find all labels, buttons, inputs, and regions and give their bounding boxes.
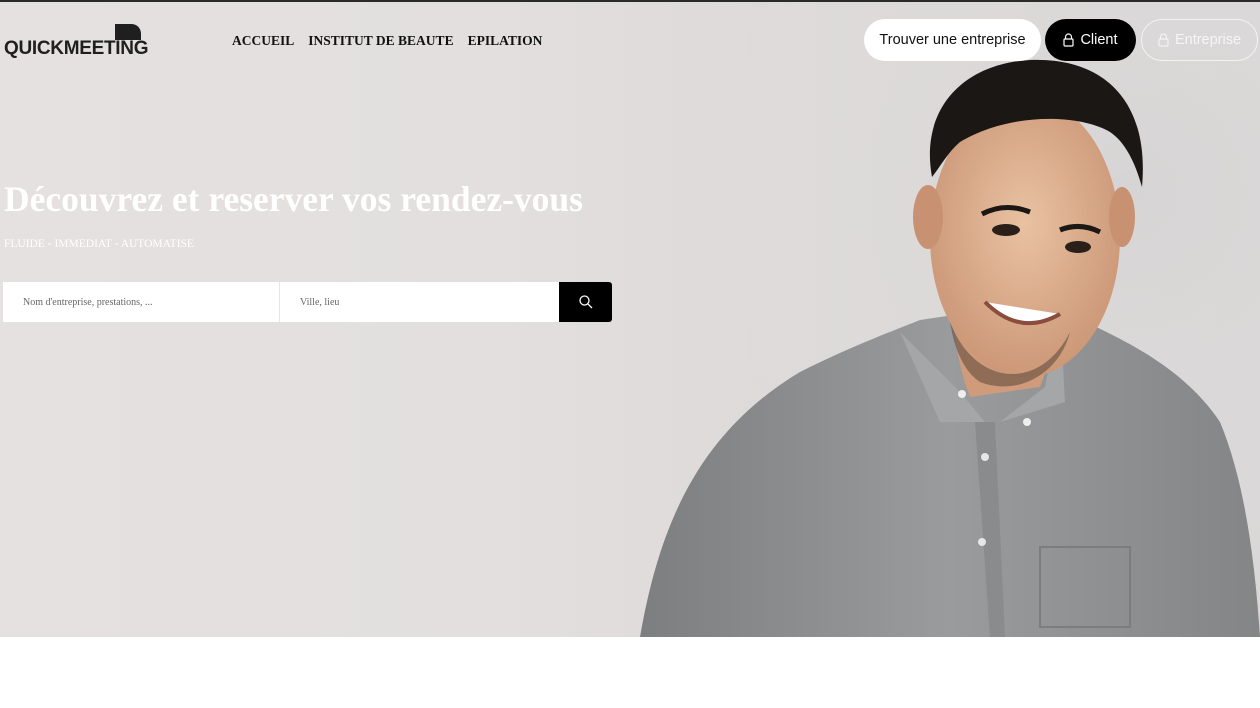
brand-logo[interactable]: QUICKMEETING [4, 24, 149, 64]
lock-icon [1158, 33, 1169, 47]
find-business-label: Trouver une entreprise [879, 32, 1026, 48]
nav-item-epilation[interactable]: EPILATION [468, 33, 543, 49]
business-login-label: Entreprise [1174, 32, 1242, 48]
brand-name: QUICKMEETING [4, 38, 149, 59]
hero-subtitle: FLUIDE - IMMEDIAT - AUTOMATISE [4, 238, 194, 250]
find-business-button[interactable]: Trouver une entreprise [864, 19, 1041, 61]
search-form [3, 282, 612, 322]
search-submit-button[interactable] [559, 282, 612, 322]
nav-item-accueil[interactable]: ACCUEIL [232, 33, 294, 49]
business-login-button[interactable]: Entreprise [1141, 19, 1258, 61]
client-login-button[interactable]: Client [1045, 19, 1136, 61]
hero-title: Découvrez et reserver vos rendez-vous [4, 179, 583, 219]
nav-item-institut-de-beaute[interactable]: INSTITUT DE BEAUTE [308, 33, 453, 49]
lock-icon [1063, 33, 1075, 47]
hero-section: QUICKMEETING ACCUEIL INSTITUT DE BEAUTE … [0, 2, 1260, 637]
search-query-input[interactable] [3, 282, 280, 322]
search-location-input[interactable] [280, 282, 559, 322]
client-login-label: Client [1080, 32, 1118, 48]
main-nav: ACCUEIL INSTITUT DE BEAUTE EPILATION [232, 33, 542, 49]
search-icon [578, 295, 592, 309]
